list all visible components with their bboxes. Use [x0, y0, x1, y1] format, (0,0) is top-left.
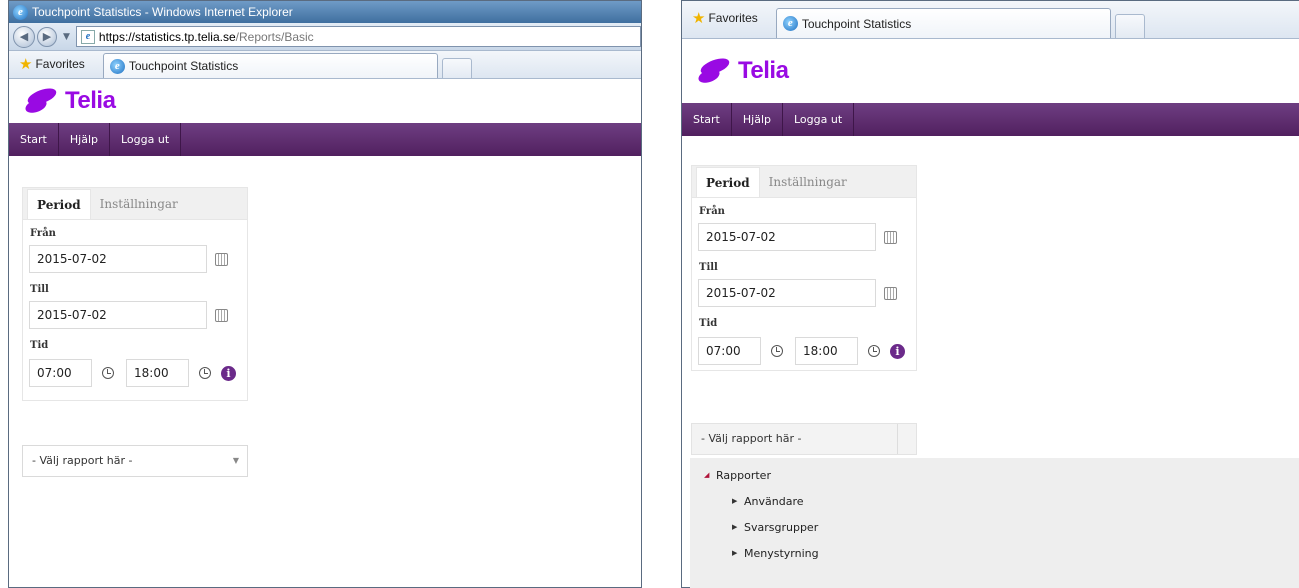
report-select-value: - Välj rapport här - — [701, 432, 802, 445]
favorites-label: Favorites — [708, 11, 758, 25]
clock-icon[interactable] — [771, 345, 783, 357]
tab-settings[interactable]: Inställningar — [91, 189, 187, 219]
tree-item-reports[interactable]: ◢ Rapporter — [690, 462, 1299, 488]
report-select-value: - Välj rapport här - — [32, 454, 133, 467]
internet-explorer-icon: e — [13, 4, 28, 20]
period-panel: Period Inställningar Från 2015-07-02 Til… — [691, 165, 917, 371]
to-label: Till — [30, 284, 49, 295]
star-icon: ★ — [19, 56, 33, 73]
tab-label: Touchpoint Statistics — [128, 59, 239, 73]
time-from-input[interactable]: 07:00 — [698, 337, 761, 365]
window-title: Touchpoint Statistics - Windows Internet… — [32, 5, 293, 19]
time-label: Tid — [30, 340, 49, 351]
tab-label: Touchpoint Statistics — [801, 16, 912, 31]
clock-icon[interactable] — [199, 367, 211, 379]
info-icon[interactable]: i — [221, 365, 236, 381]
calendar-icon[interactable] — [215, 252, 228, 266]
logo-text: Telia — [738, 57, 789, 84]
url-host: https://statistics.tp.telia.se — [98, 29, 236, 44]
calendar-icon[interactable] — [884, 286, 897, 300]
tab-ie-icon: e — [782, 16, 798, 31]
tab-settings[interactable]: Inställningar — [760, 167, 856, 197]
new-tab-button[interactable] — [1114, 14, 1145, 38]
title-bar: e Touchpoint Statistics - Windows Intern… — [9, 1, 641, 23]
from-date-input[interactable]: 2015-07-02 — [29, 245, 207, 273]
clock-icon[interactable] — [102, 367, 114, 379]
nav-logout[interactable]: Logga ut — [110, 123, 182, 156]
tree-item-label: Användare — [744, 494, 804, 508]
nav-help[interactable]: Hjälp — [732, 103, 783, 136]
browser-tab[interactable]: e Touchpoint Statistics — [102, 53, 438, 78]
time-from-input[interactable]: 07:00 — [29, 359, 92, 387]
tab-ie-icon: e — [109, 58, 125, 74]
address-bar: ◀ ▶ ▼ e https://statistics.tp.telia.se/R… — [9, 23, 641, 51]
report-select[interactable]: - Välj rapport här - ▼ — [22, 445, 248, 477]
chevron-down-icon: ▼ — [232, 456, 239, 465]
to-date-input[interactable]: 2015-07-02 — [29, 301, 207, 329]
tab-period[interactable]: Period — [27, 189, 91, 219]
from-label: Från — [699, 206, 725, 217]
main-nav: Start Hjälp Logga ut — [9, 123, 641, 156]
time-label: Tid — [699, 318, 718, 329]
panel-tabs: Period Inställningar — [23, 188, 247, 220]
telia-pebble-icon — [696, 55, 732, 86]
url-input[interactable]: e https://statistics.tp.telia.se/Reports… — [75, 26, 641, 47]
favorites-button[interactable]: ★ Favorites — [686, 6, 764, 30]
page-icon: e — [80, 29, 95, 44]
favorites-button[interactable]: ★ Favorites — [13, 52, 91, 76]
page-content: Telia Start Hjälp Logga ut Period Instäl… — [9, 79, 641, 477]
star-icon: ★ — [692, 10, 706, 27]
nav-start[interactable]: Start — [682, 103, 732, 136]
panel-tabs: Period Inställningar — [692, 166, 916, 198]
telia-pebble-icon — [23, 85, 59, 116]
clock-icon[interactable] — [868, 345, 880, 357]
calendar-icon[interactable] — [884, 230, 897, 244]
favorites-label: Favorites — [35, 57, 85, 71]
calendar-icon[interactable] — [215, 308, 228, 322]
caret-right-icon[interactable]: ▶ — [732, 549, 744, 557]
nav-logout[interactable]: Logga ut — [783, 103, 855, 136]
favorites-bar: ★ Favorites e Touchpoint Statistics — [9, 51, 641, 79]
tree-item-menu-control[interactable]: ▶ Menystyrning — [690, 540, 1299, 566]
tree-item-users[interactable]: ▶ Användare — [690, 488, 1299, 514]
dropdown-toggle[interactable] — [897, 424, 916, 454]
history-dropdown-icon[interactable]: ▼ — [63, 32, 70, 42]
tree-item-label: Rapporter — [716, 468, 771, 482]
new-tab-button[interactable] — [441, 58, 472, 78]
report-tree: ◢ Rapporter ▶ Användare ▶ Svarsgrupper ▶… — [690, 458, 1299, 588]
caret-right-icon[interactable]: ▶ — [732, 497, 744, 505]
to-date-input[interactable]: 2015-07-02 — [698, 279, 876, 307]
browser-tab[interactable]: e Touchpoint Statistics — [775, 8, 1111, 38]
report-select[interactable]: - Välj rapport här - — [691, 423, 917, 455]
info-icon[interactable]: i — [890, 343, 905, 359]
nav-help[interactable]: Hjälp — [59, 123, 110, 156]
tab-period[interactable]: Period — [696, 167, 760, 197]
caret-down-icon[interactable]: ◢ — [704, 471, 716, 479]
url-path: /Reports/Basic — [235, 29, 314, 44]
browser-window-left: e Touchpoint Statistics - Windows Intern… — [8, 0, 642, 588]
to-label: Till — [699, 262, 718, 273]
period-panel: Period Inställningar Från 2015-07-02 Til… — [22, 187, 248, 401]
nav-start[interactable]: Start — [9, 123, 59, 156]
telia-logo[interactable]: Telia — [9, 79, 641, 123]
back-button[interactable]: ◀ — [13, 25, 35, 48]
from-date-input[interactable]: 2015-07-02 — [698, 223, 876, 251]
logo-text: Telia — [65, 87, 116, 114]
favorites-bar: ★ Favorites e Touchpoint Statistics — [682, 1, 1299, 39]
forward-button[interactable]: ▶ — [37, 26, 57, 47]
from-label: Från — [30, 228, 56, 239]
main-nav: Start Hjälp Logga ut — [682, 103, 1299, 136]
tree-item-label: Menystyrning — [744, 546, 819, 560]
caret-right-icon[interactable]: ▶ — [732, 523, 744, 531]
page-content: Telia Start Hjälp Logga ut Period Instäl… — [682, 39, 1299, 455]
telia-logo[interactable]: Telia — [682, 39, 1299, 103]
time-to-input[interactable]: 18:00 — [795, 337, 858, 365]
tree-item-label: Svarsgrupper — [744, 520, 819, 534]
time-to-input[interactable]: 18:00 — [126, 359, 189, 387]
tree-item-answer-groups[interactable]: ▶ Svarsgrupper — [690, 514, 1299, 540]
